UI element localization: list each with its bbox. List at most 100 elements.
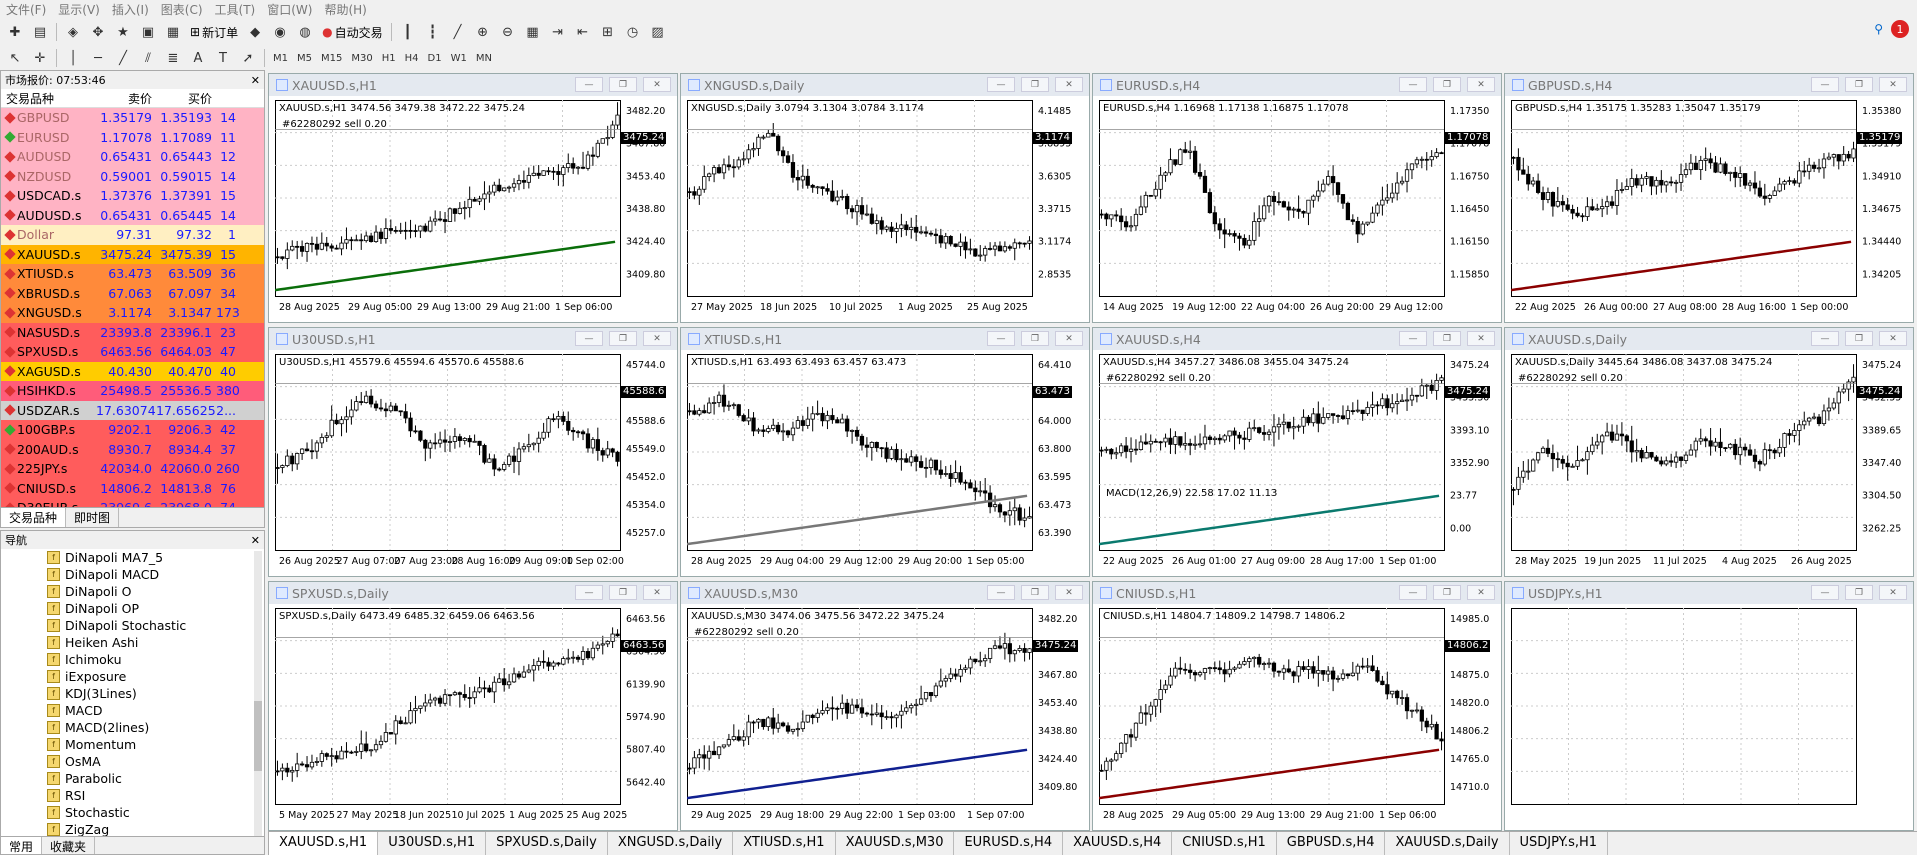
zoom-out-icon[interactable]: ⊖ [497,21,519,43]
close-icon[interactable]: ✕ [1055,77,1083,92]
price-chart[interactable]: 3475.243433.303393.103352.9023.770.0022 … [1099,354,1495,570]
close-icon[interactable]: ✕ [1879,585,1907,600]
price-chart[interactable]: 45744.045647.045588.645549.045452.045354… [275,354,671,570]
market-row[interactable]: XBRUSD.s 67.063 67.097 34 [1,283,264,303]
price-chart[interactable]: 6463.566304.906139.905974.905807.405642.… [275,608,671,824]
candlestick-icon[interactable]: ┇ [422,21,444,43]
minimize-icon[interactable]: — [575,77,603,92]
minimize-icon[interactable]: — [1399,77,1427,92]
chart-tab[interactable]: GBPUSD.s,H4 [1277,832,1386,855]
chart-tab[interactable]: XTIUSD.s,H1 [733,832,836,855]
chart-tab[interactable]: CNIUSD.s,H1 [1172,832,1277,855]
chart-window-titlebar[interactable]: XAUUSD.s,M30 — ❐ ✕ [681,582,1089,604]
minimize-icon[interactable]: — [575,585,603,600]
market-row[interactable]: USDCAD.s 1.37376 1.37391 15 [1,186,264,206]
close-icon[interactable]: ✕ [1055,331,1083,346]
chart-window-titlebar[interactable]: U30USD.s,H1 — ❐ ✕ [269,328,677,350]
col-ask[interactable]: 买价 [156,90,216,107]
chart-window[interactable]: XAUUSD.s,M30 — ❐ ✕ 3482.20 3475.24 3467.80 3453… [680,581,1090,831]
chart-tab[interactable]: SPXUSD.s,Daily [486,832,608,855]
chart-window-titlebar[interactable]: CNIUSD.s,H1 — ❐ ✕ [1093,582,1501,604]
tab-symbols[interactable]: 交易品种 [1,508,67,527]
chart-window[interactable]: EURUSD.s,H4 — ❐ ✕ 1.17350 1.17078 1.16750 1.164… [1092,73,1502,323]
close-icon[interactable]: ✕ [643,77,671,92]
zoom-in-icon[interactable]: ⊕ [472,21,494,43]
menu-item[interactable]: 窗口(W) [261,1,318,18]
channel-icon[interactable]: ⫽ [137,47,159,69]
chart-tab[interactable]: U30USD.s,H1 [378,832,487,855]
market-row[interactable]: NASUSD.s 23393.8 23396.1 23 [1,322,264,342]
nav-indicator-item[interactable]: f OsMA [1,753,264,770]
minimize-icon[interactable]: — [1399,331,1427,346]
maximize-icon[interactable]: ❐ [1433,331,1461,346]
nav-indicator-item[interactable]: f DiNapoli MA7_5 [1,549,264,566]
tab-tick-chart[interactable]: 即时图 [66,508,120,527]
tf-m5[interactable]: M5 [294,52,315,65]
menu-item[interactable]: 工具(T) [209,1,262,18]
horizontal-line-icon[interactable]: ─ [87,47,109,69]
chart-window-titlebar[interactable]: XAUUSD.s,H1 — ❐ ✕ [269,74,677,96]
minimize-icon[interactable]: — [987,331,1015,346]
market-row[interactable]: AUDUSD 0.65431 0.65443 12 [1,147,264,167]
tf-h1[interactable]: H1 [379,52,399,65]
market-row[interactable]: EURUSD 1.17078 1.17089 11 [1,127,264,147]
close-icon[interactable]: ✕ [1467,77,1495,92]
market-watch-icon[interactable]: ◈ [62,21,84,43]
new-chart-icon[interactable]: ✚ [4,21,26,43]
new-order-button[interactable]: ⊞ 新订单 [187,21,241,43]
market-row[interactable]: GBPUSD 1.35179 1.35193 14 [1,108,264,128]
nav-indicator-item[interactable]: f Parabolic [1,770,264,787]
chart-tab[interactable]: USDJPY.s,H1 [1510,832,1609,855]
tile-windows-icon[interactable]: ▦ [522,21,544,43]
chart-window[interactable]: U30USD.s,H1—❐✕ 45744.045647.045588.645549… [268,327,678,577]
price-chart[interactable]: 14985.014930.014875.014820.014806.214765… [1099,608,1495,824]
tf-w1[interactable]: W1 [448,52,470,65]
close-icon[interactable]: ✕ [643,331,671,346]
fibonacci-icon[interactable]: ≣ [162,47,184,69]
price-chart[interactable]: 1.35380 1.35179 1.34910 1.34675 1.34440 1.342… [1511,100,1907,316]
tab-common[interactable]: 常用 [1,837,43,854]
tf-m15[interactable]: M15 [318,52,345,65]
minimize-icon[interactable]: — [1811,331,1839,346]
minimize-icon[interactable]: — [1811,585,1839,600]
metaeditor-icon[interactable]: ◆ [244,21,266,43]
price-chart[interactable]: 3482.203467.803453.403438.803424.403409.… [275,100,671,316]
minimize-icon[interactable]: — [1811,77,1839,92]
maximize-icon[interactable]: ❐ [1433,77,1461,92]
close-icon[interactable]: ✕ [1467,585,1495,600]
signals-icon[interactable]: ◉ [269,21,291,43]
chart-window-titlebar[interactable]: XTIUSD.s,H1 — ❐ ✕ [681,328,1089,350]
nav-indicator-item[interactable]: f iExposure [1,668,264,685]
chart-tab[interactable]: XAUUSD.s,H1 [268,832,379,855]
auto-trading-button[interactable]: ● 自动交易 [319,21,386,43]
market-row[interactable]: 100GBP.s 9202.1 9206.3 42 [1,420,264,440]
chart-window[interactable]: USDJPY.s,H1 — ❐ ✕ [1504,581,1914,831]
chart-tab[interactable]: XAUUSD.s,Daily [1385,832,1510,855]
maximize-icon[interactable]: ❐ [1433,585,1461,600]
price-chart[interactable]: 3475.243432.553389.653347.403304.503262.… [1511,354,1907,570]
indicators-icon[interactable]: ⊞ [597,21,619,43]
text-label-icon[interactable]: T [212,47,234,69]
market-row[interactable]: USDZAR.s 17.63074 17.65625 2... [1,400,264,420]
autoscroll-icon[interactable]: ⇥ [547,21,569,43]
market-row[interactable]: CNIUSD.s 14806.2 14813.8 76 [1,478,264,498]
chart-window-titlebar[interactable]: XAUUSD.s,Daily — ❐ ✕ [1505,328,1913,350]
periods-icon[interactable]: ◷ [622,21,644,43]
nav-indicator-item[interactable]: f DiNapoli MACD [1,566,264,583]
market-row[interactable]: SPXUSD.s 6463.56 6464.03 47 [1,342,264,362]
chart-window[interactable]: GBPUSD.s,H4 — ❐ ✕ 1.35380 1.35179 1.34910 1.346… [1504,73,1914,323]
price-chart[interactable]: 64.41064.20564.00063.80063.59563.47363.3… [687,354,1083,570]
nav-indicator-item[interactable]: f Stochastic [1,804,264,821]
nav-indicator-item[interactable]: f Momentum [1,736,264,753]
tf-mn[interactable]: MN [473,52,495,65]
menu-item[interactable]: 插入(I) [106,1,155,18]
chart-window[interactable]: SPXUSD.s,Daily — ❐ ✕ 6463.56 6304.90 6139.90 59… [268,581,678,831]
chart-tab[interactable]: XAUUSD.s,H4 [1063,832,1173,855]
scrollbar-thumb[interactable] [254,701,262,771]
tf-h4[interactable]: H4 [402,52,422,65]
nav-indicator-item[interactable]: f RSI [1,787,264,804]
price-chart[interactable]: 1.17350 1.17078 1.16750 1.16450 1.16150 1.158… [1099,100,1495,316]
cursor-icon[interactable]: ↖ [4,47,26,69]
chart-window[interactable]: XTIUSD.s,H1—❐✕ 64.41064.20564.00063.80063… [680,327,1090,577]
price-chart[interactable]: 3482.20 3475.24 3467.80 3453.40 3438.80 3424.… [687,608,1083,824]
